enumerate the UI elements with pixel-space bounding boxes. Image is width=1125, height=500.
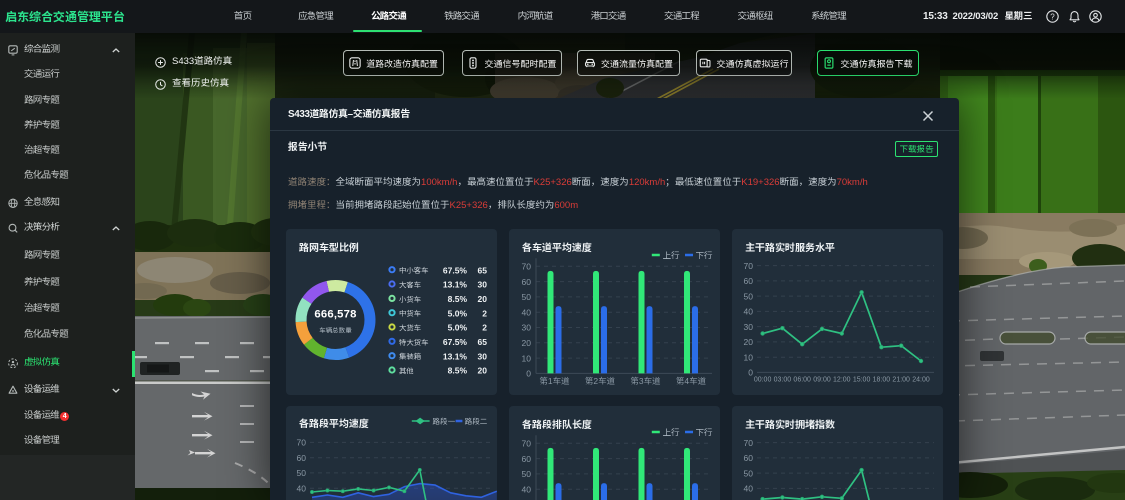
- svg-text:50: 50: [297, 468, 307, 478]
- svg-text:车辆总数量: 车辆总数量: [319, 327, 352, 335]
- svg-text:大货车: 大货车: [399, 323, 421, 332]
- svg-text:18:00: 18:00: [873, 377, 891, 384]
- svg-text:70: 70: [522, 439, 532, 449]
- svg-text:其他: 其他: [399, 366, 414, 375]
- svg-text:15:00: 15:00: [853, 377, 871, 384]
- svg-text:06:00: 06:00: [793, 377, 811, 384]
- svg-text:50: 50: [744, 468, 754, 478]
- svg-text:第1车道: 第1车道: [539, 376, 569, 386]
- svg-text:下行: 下行: [696, 428, 714, 438]
- svg-text:24:00: 24:00: [912, 377, 930, 384]
- svg-text:60: 60: [744, 276, 754, 286]
- svg-text:70: 70: [744, 261, 754, 271]
- svg-text:上行: 上行: [663, 428, 681, 438]
- svg-text:大客车: 大客车: [399, 280, 421, 289]
- svg-text:40: 40: [744, 484, 754, 494]
- svg-text:13.1%: 13.1%: [443, 280, 468, 290]
- svg-text:20: 20: [522, 338, 532, 348]
- svg-text:20: 20: [744, 337, 754, 347]
- svg-text:中小客车: 中小客车: [399, 266, 429, 275]
- svg-text:8.5%: 8.5%: [448, 294, 468, 304]
- svg-text:70: 70: [744, 438, 754, 448]
- svg-text:12:00: 12:00: [833, 377, 851, 384]
- svg-text:00:00: 00:00: [754, 377, 772, 384]
- svg-text:30: 30: [522, 323, 532, 333]
- svg-text:小货车: 小货车: [399, 295, 421, 304]
- svg-text:40: 40: [522, 484, 532, 494]
- svg-text:60: 60: [297, 453, 307, 463]
- svg-text:2: 2: [482, 323, 487, 333]
- svg-text:13.1%: 13.1%: [443, 351, 468, 361]
- svg-text:03:00: 03:00: [774, 377, 792, 384]
- svg-text:67.5%: 67.5%: [443, 265, 468, 275]
- svg-text:10: 10: [744, 352, 754, 362]
- svg-text:21:00: 21:00: [892, 377, 910, 384]
- svg-text:70: 70: [522, 262, 532, 272]
- svg-text:10: 10: [522, 353, 532, 363]
- svg-text:0: 0: [526, 369, 531, 379]
- svg-text:集装箱: 集装箱: [399, 352, 422, 361]
- svg-text:09:00: 09:00: [813, 377, 831, 384]
- svg-text:第2车道: 第2车道: [585, 376, 615, 386]
- svg-text:路段二: 路段二: [464, 417, 488, 426]
- svg-text:?: ?: [1050, 12, 1055, 21]
- svg-text:30: 30: [478, 351, 488, 361]
- svg-text:第3车道: 第3车道: [630, 376, 660, 386]
- svg-text:50: 50: [522, 292, 532, 302]
- svg-text:2: 2: [482, 308, 487, 318]
- svg-text:第4车道: 第4车道: [676, 376, 706, 386]
- svg-text:中货车: 中货车: [399, 309, 421, 318]
- svg-text:5.0%: 5.0%: [448, 323, 468, 333]
- svg-text:50: 50: [744, 291, 754, 301]
- svg-text:40: 40: [744, 307, 754, 317]
- svg-text:60: 60: [522, 454, 532, 464]
- svg-text:40: 40: [297, 483, 307, 493]
- svg-text:70: 70: [297, 438, 307, 448]
- svg-text:65: 65: [478, 265, 488, 275]
- svg-text:上行: 上行: [663, 251, 681, 261]
- svg-text:20: 20: [478, 294, 488, 304]
- svg-text:50: 50: [522, 469, 532, 479]
- svg-text:8.5%: 8.5%: [448, 366, 468, 376]
- svg-text:下行: 下行: [696, 251, 714, 261]
- svg-text:30: 30: [478, 280, 488, 290]
- svg-text:30: 30: [744, 322, 754, 332]
- svg-text:60: 60: [522, 277, 532, 287]
- svg-text:666,578: 666,578: [314, 309, 356, 321]
- svg-text:特大货车: 特大货车: [399, 338, 429, 347]
- svg-text:20: 20: [478, 366, 488, 376]
- svg-text:60: 60: [744, 453, 754, 463]
- svg-text:67.5%: 67.5%: [443, 337, 468, 347]
- svg-text:0: 0: [748, 368, 753, 378]
- svg-text:5.0%: 5.0%: [448, 308, 468, 318]
- svg-text:路段一: 路段一: [432, 417, 456, 426]
- svg-text:40: 40: [522, 307, 532, 317]
- svg-text:65: 65: [478, 337, 488, 347]
